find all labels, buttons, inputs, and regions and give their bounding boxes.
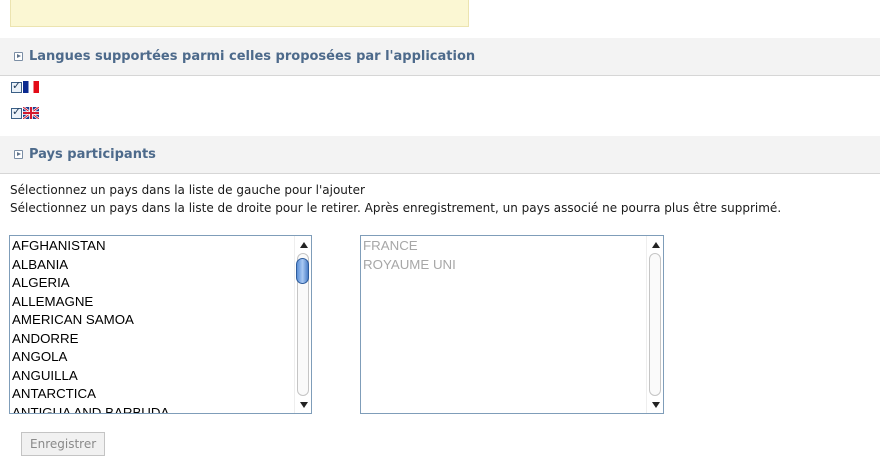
info-box	[10, 0, 469, 27]
country-option[interactable]: ANDORRE	[10, 330, 294, 349]
french-checkbox[interactable]	[11, 79, 22, 93]
scrollbar	[646, 236, 663, 413]
expand-icon[interactable]	[14, 150, 23, 159]
country-option[interactable]: ALLEMAGNE	[10, 293, 294, 312]
instruction-add: Sélectionnez un pays dans la liste de ga…	[10, 183, 365, 197]
scroll-down-arrow-icon	[647, 396, 663, 413]
save-button[interactable]: Enregistrer	[21, 432, 106, 456]
country-option[interactable]: ANTIGUA AND BARBUDA	[10, 404, 294, 414]
selected-country-option[interactable]: FRANCE	[361, 237, 646, 256]
scroll-up-arrow-icon[interactable]	[295, 236, 311, 253]
france-flag-icon	[23, 81, 39, 93]
scroll-up-arrow-icon	[647, 236, 663, 253]
country-option[interactable]: ALGERIA	[10, 274, 294, 293]
country-option[interactable]: ANGOLA	[10, 348, 294, 367]
countries-section-title: Pays participants	[29, 147, 156, 162]
country-option[interactable]: ALBANIA	[10, 256, 294, 275]
english-checkbox[interactable]	[11, 105, 22, 119]
countries-section-header[interactable]: Pays participants	[0, 136, 880, 174]
country-option[interactable]: AMERICAN SAMOA	[10, 311, 294, 330]
country-option[interactable]: ANGUILLA	[10, 367, 294, 386]
language-row-english	[11, 105, 39, 119]
languages-section-title: Langues supportées parmi celles proposée…	[29, 49, 476, 64]
instruction-remove: Sélectionnez un pays dans la liste de dr…	[10, 201, 782, 215]
country-option[interactable]: ANTARCTICA	[10, 385, 294, 404]
selected-country-option[interactable]: ROYAUME UNI	[361, 256, 646, 275]
languages-section-header[interactable]: Langues supportées parmi celles proposée…	[0, 38, 880, 76]
language-row-french	[11, 79, 39, 93]
scroll-down-arrow-icon[interactable]	[295, 396, 311, 413]
scroll-thumb[interactable]	[296, 258, 309, 284]
country-option[interactable]: AFGHANISTAN	[10, 237, 294, 256]
uk-flag-icon	[23, 107, 39, 119]
available-countries-list[interactable]: AFGHANISTAN ALBANIA ALGERIA ALLEMAGNE AMERIC…	[9, 235, 312, 414]
expand-icon[interactable]	[14, 52, 23, 61]
selected-countries-list[interactable]: FRANCE ROYAUME UNI	[360, 235, 664, 414]
scrollbar[interactable]	[294, 236, 311, 413]
